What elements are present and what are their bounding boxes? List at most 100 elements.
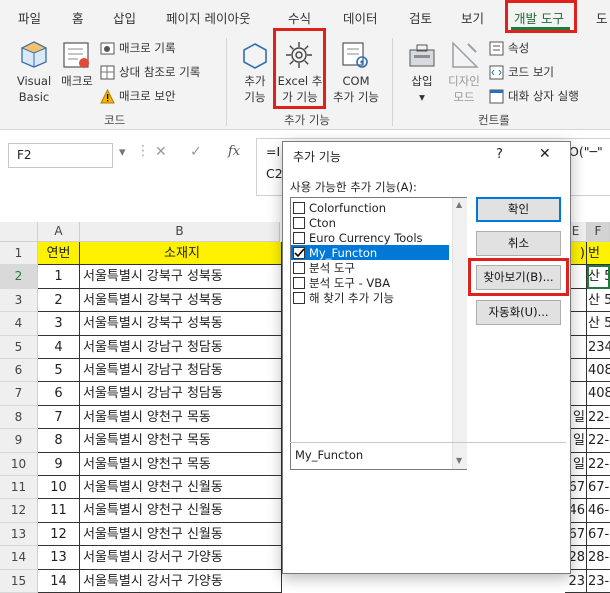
row-header[interactable]: 11 (0, 476, 38, 500)
tab-view[interactable]: 보기 (461, 8, 484, 27)
list-item-my-functon[interactable]: My_Functon (291, 245, 449, 260)
cell-f[interactable]: 산 5 (587, 265, 610, 289)
addins-listbox[interactable]: Colorfunction Cton Euro Currency Tools M… (290, 197, 467, 470)
cell-b[interactable]: 서울특별시 강남구 청담동 (80, 382, 282, 406)
checkbox[interactable] (293, 216, 305, 229)
scroll-up-icon[interactable]: ▲ (456, 200, 462, 209)
relative-reference-button[interactable]: 상대 참조로 기록 (100, 64, 200, 80)
cell-f[interactable]: 산 5 (587, 312, 610, 336)
cell-b[interactable]: 서울특별시 강남구 청담동 (80, 335, 282, 359)
row-header[interactable]: 5 (0, 335, 38, 359)
macro-security-button[interactable]: 매크로 보안 (100, 88, 176, 104)
enter-icon[interactable]: ✓ (190, 144, 202, 160)
record-macro-button[interactable]: 매크로 기록 (100, 40, 176, 56)
tab-formulas[interactable]: 수식 (288, 8, 311, 27)
cell-a[interactable]: 7 (38, 405, 80, 430)
checkbox-checked[interactable] (293, 246, 305, 259)
tab-data[interactable]: 데이터 (343, 8, 378, 27)
cell-f[interactable]: 22- (587, 453, 610, 476)
row-header[interactable]: 12 (0, 499, 38, 523)
cell-b[interactable]: 서울특별시 양천구 목동 (80, 429, 282, 453)
cancel-icon[interactable]: ✕ (155, 144, 167, 160)
row-header[interactable]: 10 (0, 452, 38, 476)
row-header[interactable]: 7 (0, 382, 38, 406)
row-header[interactable]: 14 (0, 546, 38, 570)
cell-b[interactable]: 서울특별시 강남구 청담동 (80, 359, 282, 383)
list-item-euro-currency-tools[interactable]: Euro Currency Tools (291, 230, 451, 245)
select-all-corner[interactable] (0, 222, 38, 242)
cell-f[interactable]: 23- (587, 570, 610, 593)
cell-a[interactable]: 11 (38, 499, 80, 523)
cell-a[interactable]: 6 (38, 382, 80, 406)
row-header[interactable]: 15 (0, 569, 38, 593)
close-button[interactable]: ✕ (539, 146, 551, 162)
checkbox[interactable] (293, 231, 305, 244)
cell-a[interactable]: 9 (38, 452, 80, 476)
cell-a[interactable]: 8 (38, 429, 80, 453)
checkbox[interactable] (293, 291, 305, 304)
cell-f[interactable]: 산 5 (587, 289, 610, 313)
cell-b[interactable]: 서울특별시 강서구 가양동 (80, 569, 282, 593)
name-box[interactable]: F2 (8, 143, 113, 168)
cell-b[interactable]: 서울특별시 강서구 가양동 (80, 546, 282, 570)
cell-a[interactable]: 연번 (38, 242, 80, 266)
cell-b[interactable]: 서울특별시 양천구 신월동 (80, 522, 282, 547)
tab-more[interactable]: 도 (596, 8, 608, 27)
cell-a[interactable]: 1 (38, 265, 80, 289)
column-header-f[interactable]: F (587, 222, 610, 242)
row-header[interactable]: 3 (0, 288, 38, 313)
cell-f[interactable]: 234 (587, 336, 610, 359)
cell-b[interactable]: 서울특별시 양천구 신월동 (80, 499, 282, 523)
cell-a[interactable]: 3 (38, 312, 80, 336)
cell-a[interactable]: 14 (38, 569, 80, 593)
cell-a[interactable]: 2 (38, 288, 80, 313)
list-item-cton[interactable]: Cton (291, 215, 451, 230)
tab-review[interactable]: 검토 (409, 8, 432, 27)
cell-f[interactable]: 408 (587, 382, 610, 406)
column-header-a[interactable]: A (38, 222, 80, 242)
list-item-analysis-toolpak[interactable]: 분석 도구 (291, 260, 451, 275)
name-box-dropdown-icon[interactable]: ▾ (119, 145, 126, 160)
row-header[interactable]: 9 (0, 429, 38, 453)
checkbox[interactable] (293, 276, 305, 289)
list-item-solver[interactable]: 해 찾기 추가 기능 (291, 290, 451, 305)
run-dialog-button[interactable]: 대화 상자 실행 (489, 88, 579, 104)
cell-b[interactable]: 서울특별시 양천구 목동 (80, 452, 282, 476)
cell-a[interactable]: 4 (38, 335, 80, 359)
checkbox[interactable] (293, 261, 305, 274)
row-header[interactable]: 1 (0, 242, 38, 266)
cell-b[interactable]: 서울특별시 강북구 성북동 (80, 265, 282, 289)
list-item-colorfunction[interactable]: Colorfunction (291, 200, 451, 215)
row-header[interactable]: 4 (0, 312, 38, 336)
tab-home[interactable]: 홈 (72, 8, 84, 27)
cell-f[interactable]: 67- (587, 523, 610, 547)
cell-b[interactable]: 소재지 (80, 242, 282, 266)
cell-f[interactable]: 28- (587, 546, 610, 570)
row-header[interactable]: 8 (0, 405, 38, 430)
tab-insert[interactable]: 삽입 (113, 8, 136, 27)
row-header[interactable]: 6 (0, 359, 38, 383)
properties-button[interactable]: 속성 (489, 40, 529, 56)
fx-icon[interactable]: fx (228, 144, 240, 159)
cell-b[interactable]: 서울특별시 강북구 성북동 (80, 312, 282, 336)
checkbox[interactable] (293, 201, 305, 214)
cell-b[interactable]: 서울특별시 강북구 성북동 (80, 288, 282, 313)
help-button[interactable]: ? (496, 147, 503, 162)
cell-a[interactable]: 13 (38, 546, 80, 570)
cell-b[interactable]: 서울특별시 양천구 목동 (80, 405, 282, 430)
ok-button[interactable]: 확인 (476, 197, 561, 222)
cell-f[interactable]: 408 (587, 359, 610, 383)
tab-file[interactable]: 파일 (18, 8, 41, 27)
row-header[interactable]: 13 (0, 522, 38, 547)
cell-f[interactable]: 번 (587, 242, 610, 266)
list-item-analysis-toolpak-vba[interactable]: 분석 도구 - VBA (291, 275, 451, 290)
view-code-button[interactable]: 코드 보기 (489, 64, 554, 80)
cell-a[interactable]: 12 (38, 522, 80, 547)
row-header[interactable]: 2 (0, 265, 38, 289)
listbox-scrollbar[interactable]: ▲ ▼ (452, 198, 467, 469)
cell-f[interactable]: 67- (587, 476, 610, 500)
column-header-b[interactable]: B (80, 222, 280, 242)
cell-f[interactable]: 22- (587, 429, 610, 453)
tab-page-layout[interactable]: 페이지 레이아웃 (166, 8, 250, 27)
cancel-button[interactable]: 취소 (476, 231, 561, 256)
